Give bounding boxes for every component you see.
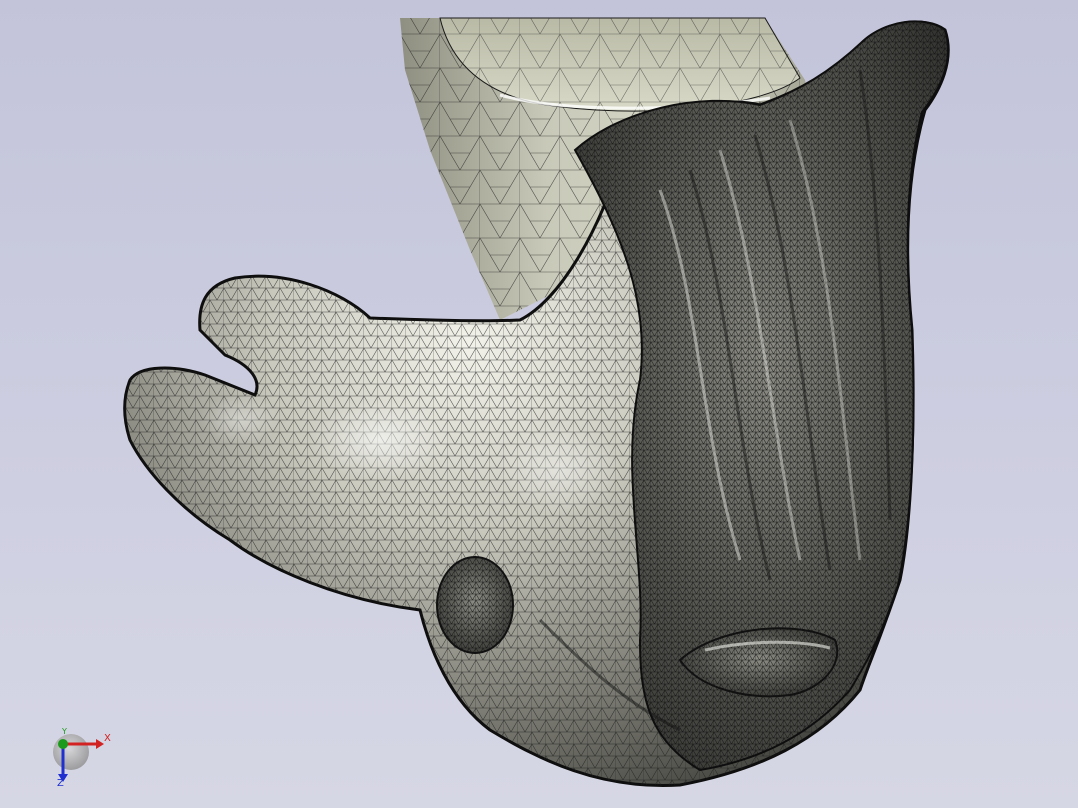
coordinate-triad: X Y Z bbox=[44, 724, 124, 794]
y-axis-label: Y bbox=[62, 727, 67, 736]
x-axis-label: X bbox=[104, 733, 111, 744]
z-axis-label: Z bbox=[57, 778, 64, 789]
mesh-model[interactable] bbox=[0, 0, 1078, 808]
graphics-viewport[interactable]: X Y Z bbox=[0, 0, 1078, 808]
